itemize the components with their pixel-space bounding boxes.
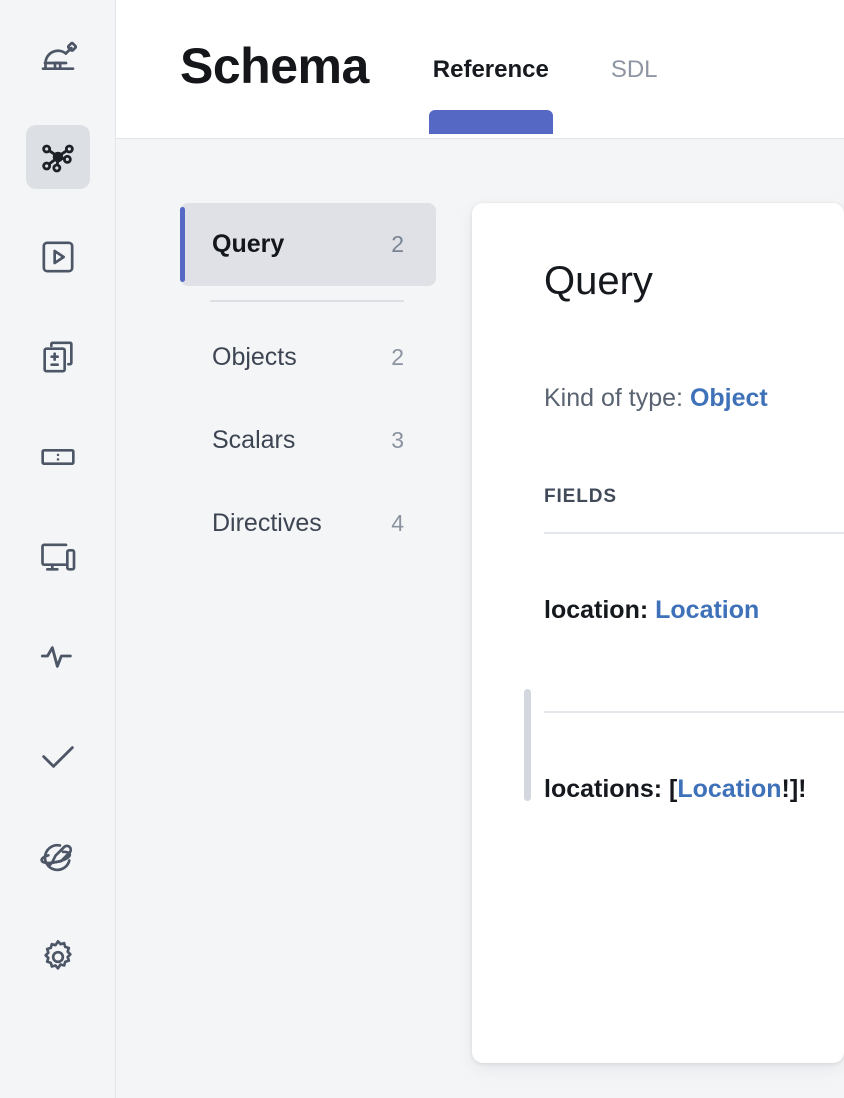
page-title: Schema <box>180 38 369 94</box>
type-list-item-label: Directives <box>212 509 322 537</box>
type-list-item-label: Objects <box>212 343 297 371</box>
checks-icon <box>38 737 78 777</box>
tab-reference[interactable]: Reference <box>428 56 553 134</box>
field-name: locations: <box>544 775 663 803</box>
type-list-item-query[interactable]: Query 2 <box>180 203 436 286</box>
type-list-item-count: 2 <box>391 231 404 257</box>
type-list-item-count: 3 <box>391 427 404 453</box>
type-list-panel: Query 2 Objects 2 Scalars 3 Directives 4 <box>116 203 531 1098</box>
type-list-item-count: 2 <box>391 344 404 370</box>
type-list: Query 2 Objects 2 Scalars 3 Directives 4 <box>180 203 436 565</box>
type-list-divider <box>210 300 404 302</box>
kind-of-type-line: Kind of type: Object <box>544 386 844 411</box>
field-type-link[interactable]: Location <box>655 596 759 624</box>
settings-gear-icon <box>38 937 78 977</box>
sidebar-item-settings[interactable] <box>26 925 90 989</box>
schema-graph-icon <box>38 137 78 177</box>
kind-of-type-prefix: Kind of type: <box>544 384 683 412</box>
fields-section-label: FIELDS <box>544 486 617 507</box>
view-tabs: Reference SDL <box>428 56 720 138</box>
home-observatory-icon <box>38 37 78 77</box>
clients-icon <box>38 537 78 577</box>
sidebar-item-clients[interactable] <box>26 525 90 589</box>
type-list-item-objects[interactable]: Objects 2 <box>180 316 436 399</box>
type-detail-card: Query Kind of type: Object FIELDS locati… <box>472 203 844 1063</box>
field-name: location: <box>544 596 649 624</box>
type-list-item-label: Scalars <box>212 426 296 454</box>
type-list-item-label: Query <box>212 230 285 258</box>
type-list-item-directives[interactable]: Directives 4 <box>180 482 436 565</box>
field-type-link[interactable]: Location <box>677 775 781 803</box>
tab-sdl-label: SDL <box>610 56 658 83</box>
kind-of-type-value[interactable]: Object <box>690 384 768 412</box>
sidebar-item-schema[interactable] <box>25 125 90 189</box>
sidebar-item-home[interactable] <box>26 25 90 89</box>
content-column: Schema Reference SDL Query 2 Objects 2 S… <box>116 0 844 1098</box>
primary-nav-rail <box>0 0 116 1098</box>
type-list-item-scalars[interactable]: Scalars 3 <box>180 399 436 482</box>
sidebar-item-checks[interactable] <box>26 725 90 789</box>
field-row[interactable]: location: Location <box>544 534 844 623</box>
sidebar-item-changelog[interactable] <box>26 325 90 389</box>
page-body: Query 2 Objects 2 Scalars 3 Directives 4… <box>116 139 844 1098</box>
type-list-scrollbar-thumb[interactable] <box>524 689 531 801</box>
metrics-pulse-icon <box>38 637 78 677</box>
active-tab-indicator <box>428 110 553 134</box>
sidebar-item-launches[interactable] <box>26 825 90 889</box>
sidebar-item-metrics[interactable] <box>26 625 90 689</box>
type-detail-title: Query <box>544 259 653 303</box>
tab-reference-label: Reference <box>432 56 549 83</box>
detail-panel: Query Kind of type: Object FIELDS locati… <box>436 203 844 1098</box>
sidebar-item-explorer[interactable] <box>26 225 90 289</box>
tab-sdl[interactable]: SDL <box>611 58 658 82</box>
field-type-suffix: !]! <box>781 775 807 803</box>
changelog-icon <box>38 337 78 377</box>
field-row[interactable]: locations: [Location!]! <box>544 713 844 802</box>
field-spacer <box>544 623 844 711</box>
field-signature: location: Location <box>544 598 844 623</box>
page-header: Schema Reference SDL <box>116 0 844 139</box>
type-list-item-count: 4 <box>391 510 404 536</box>
sidebar-item-fields[interactable] <box>26 425 90 489</box>
field-signature: locations: [Location!]! <box>544 777 844 802</box>
schema-page: Schema Reference SDL Query 2 Objects 2 S… <box>0 0 844 1098</box>
fields-icon <box>38 437 78 477</box>
explorer-play-icon <box>38 237 78 277</box>
launches-rocket-icon <box>38 837 78 877</box>
